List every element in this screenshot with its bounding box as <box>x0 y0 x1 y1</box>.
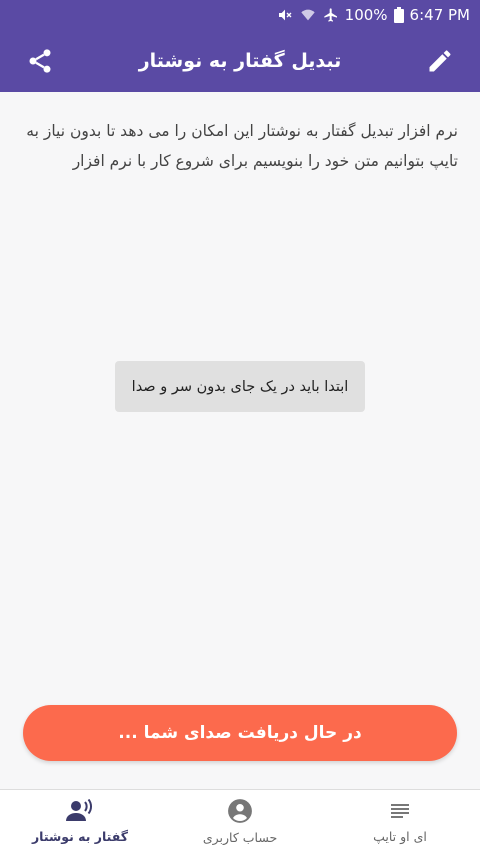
description-text: نرم افزار تبدیل گفتار به نوشتار این امکا… <box>26 122 458 170</box>
nav-item-speech-to-text[interactable]: گفتار به نوشتار <box>0 790 160 853</box>
edit-icon <box>429 50 451 72</box>
wifi-icon <box>299 7 317 23</box>
voice-person-icon <box>66 799 93 821</box>
bottom-nav: گفتار به نوشتار حساب کاربری ای او تایپ <box>0 789 480 853</box>
nav-item-iotype[interactable]: ای او تایپ <box>320 790 480 853</box>
nav-label-speech-to-text: گفتار به نوشتار <box>31 829 129 844</box>
record-button[interactable]: در حال دریافت صدای شما ... <box>23 705 457 761</box>
nav-label-account: حساب کاربری <box>202 830 278 845</box>
app-bar: تبدیل گفتار به نوشتار <box>0 30 480 92</box>
battery-icon <box>393 7 404 23</box>
share-button[interactable] <box>22 43 58 79</box>
edit-button[interactable] <box>422 43 458 79</box>
account-circle-icon <box>228 799 252 823</box>
status-time: 6:47 PM <box>409 6 470 24</box>
toast-message: ابتدا باید در یک جای بدون سر و صدا <box>115 361 365 412</box>
page-title: تبدیل گفتار به نوشتار <box>138 50 342 72</box>
main-content: نرم افزار تبدیل گفتار به نوشتار این امکا… <box>0 92 480 789</box>
mute-icon <box>277 7 293 23</box>
share-icon <box>29 49 51 73</box>
airplane-icon <box>323 7 339 23</box>
nav-item-account[interactable]: حساب کاربری <box>160 790 320 853</box>
nav-label-iotype: ای او تایپ <box>373 829 427 844</box>
battery-percent: 100% <box>344 6 388 24</box>
notes-lines-icon <box>391 804 409 818</box>
status-bar: 100% 6:47 PM <box>0 0 480 30</box>
